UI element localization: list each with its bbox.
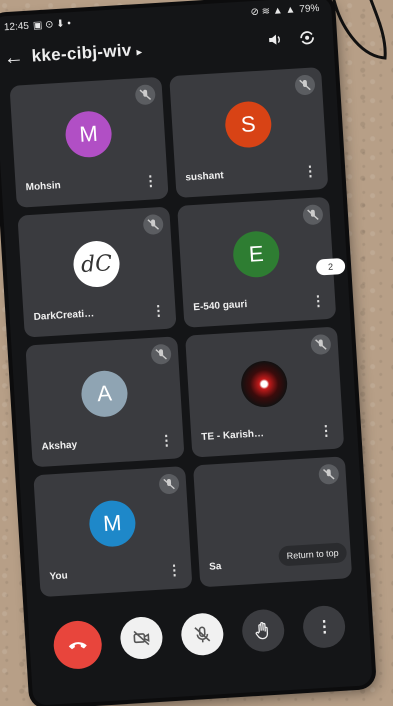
mic-off-icon [142, 213, 164, 236]
participant-tile-gauri[interactable]: E E-540 gauri ⋮ 2 [177, 196, 346, 328]
raise-hand-button[interactable] [241, 608, 286, 653]
participant-name: TE - Karish… [200, 428, 265, 443]
phone-screen: 12:45 ▣ ⊙ ⬇ • ⊘ ≋ ▲ ▲ 79% ← kke-cibj-wiv… [0, 0, 373, 706]
participant-tile-karish[interactable]: TE - Karish… ⋮ [185, 326, 345, 458]
more-vert-icon[interactable]: ⋮ [311, 292, 326, 309]
participant-name: Akshay [41, 439, 78, 453]
participant-name: E-540 gauri [193, 298, 248, 314]
avatar: M [64, 109, 113, 159]
return-to-top-button[interactable]: Return to top [278, 542, 348, 567]
mic-off-icon [158, 473, 180, 495]
camera-off-button[interactable] [118, 615, 164, 661]
more-vert-icon[interactable]: ⋮ [303, 162, 318, 179]
participant-grid: M Mohsin ⋮ S sushant ⋮ dC DarkCreati… ⋮ … [0, 58, 366, 598]
end-call-icon [68, 642, 87, 650]
photo-avatar [239, 359, 289, 409]
participant-tile-mohsin[interactable]: M Mohsin ⋮ [9, 76, 169, 208]
participant-tile-sa[interactable]: Sa Return to top [193, 456, 353, 588]
mic-off-icon [310, 333, 332, 356]
speaker-icon[interactable] [259, 30, 292, 53]
signal-icons: ⊘ ≋ ▲ ▲ [250, 3, 296, 18]
mic-off-button[interactable] [180, 612, 225, 657]
chevron-right-icon: ▸ [136, 46, 143, 59]
mic-off-icon [134, 84, 156, 106]
mic-off-icon [194, 626, 211, 643]
logo-avatar: dC [72, 239, 121, 289]
participant-tile-you[interactable]: M You ⋮ [33, 466, 193, 598]
camera-off-icon [133, 630, 150, 646]
mic-off-icon [294, 74, 316, 96]
mic-off-icon [318, 463, 340, 485]
battery-level: 79% [299, 2, 320, 15]
mic-off-icon [302, 204, 324, 226]
participant-name: DarkCreati… [33, 308, 95, 323]
raise-hand-icon [255, 621, 269, 640]
meeting-code: kke-cibj-wiv [31, 40, 133, 66]
participant-name: Sa [208, 561, 222, 573]
more-vert-icon[interactable]: ⋮ [159, 432, 174, 449]
more-options-button[interactable]: ⋮ [302, 604, 347, 650]
avatar: S [223, 100, 273, 149]
participant-name: sushant [185, 170, 225, 184]
participant-name: Mohsin [25, 180, 62, 194]
back-arrow-icon[interactable]: ← [3, 45, 32, 70]
more-vert-icon[interactable]: ⋮ [143, 172, 158, 189]
avatar: E [231, 229, 281, 279]
more-options-icon: ⋮ [315, 618, 333, 637]
meeting-code-title[interactable]: kke-cibj-wiv ▸ [31, 33, 260, 67]
more-vert-icon[interactable]: ⋮ [167, 561, 182, 578]
end-call-button[interactable] [51, 619, 103, 671]
overflow-badge[interactable]: 2 [315, 257, 346, 276]
participant-tile-sushant[interactable]: S sushant ⋮ [169, 66, 329, 199]
participant-tile-akshay[interactable]: A Akshay ⋮ [25, 336, 185, 468]
avatar: M [88, 499, 137, 548]
more-vert-icon[interactable]: ⋮ [151, 302, 166, 319]
status-time: 12:45 [3, 20, 30, 33]
mic-off-icon [150, 343, 172, 365]
avatar: A [80, 369, 129, 419]
participant-tile-darkcreati[interactable]: dC DarkCreati… ⋮ [17, 206, 177, 338]
notification-icons: ▣ ⊙ ⬇ • [32, 17, 72, 31]
switch-camera-icon[interactable] [291, 27, 324, 52]
participant-name: You [49, 570, 69, 583]
call-controls: ⋮ [28, 603, 370, 672]
more-vert-icon[interactable]: ⋮ [319, 422, 334, 439]
doodle-decoration [332, 0, 387, 60]
